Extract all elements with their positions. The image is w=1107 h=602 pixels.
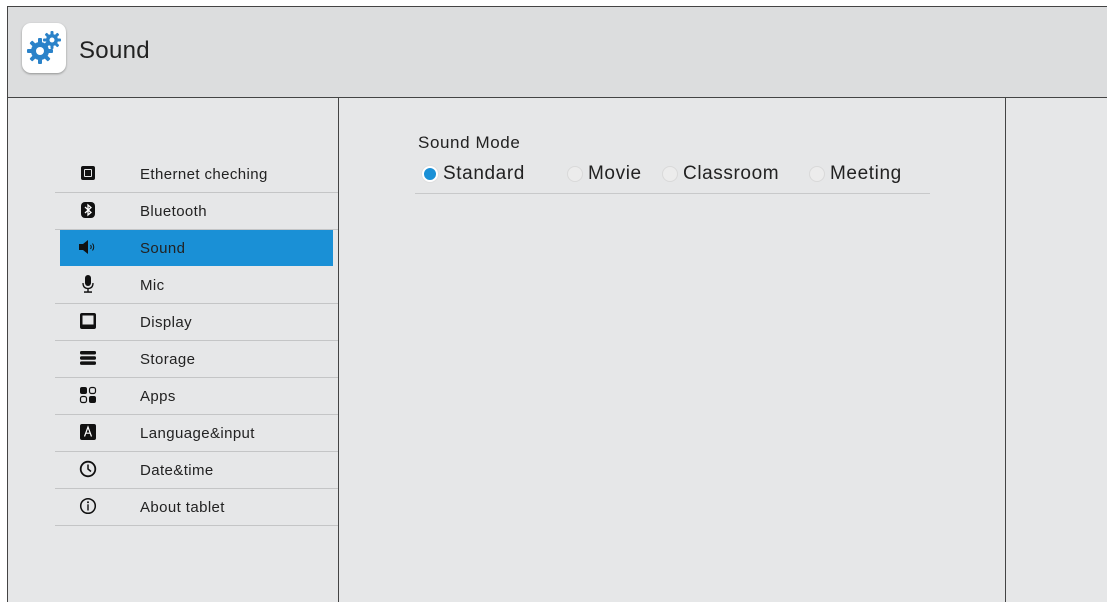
sidebar-item-language[interactable]: Language&input bbox=[55, 415, 338, 452]
display-icon bbox=[78, 311, 98, 331]
sidebar-item-mic[interactable]: Mic bbox=[55, 267, 338, 304]
sidebar-item-label: Sound bbox=[140, 240, 186, 257]
mic-icon bbox=[78, 274, 98, 294]
settings-window: Sound Ethernet cheching Bluetooth Sound bbox=[7, 6, 1107, 602]
info-icon bbox=[78, 496, 98, 516]
sound-mode-meeting-option[interactable]: Meeting bbox=[809, 163, 902, 185]
sidebar-item-label: Display bbox=[140, 314, 192, 331]
sidebar-item-label: Language&input bbox=[140, 425, 255, 442]
sound-settings-panel: Sound Mode Standard Movie Classroom Meet… bbox=[339, 98, 1006, 602]
sidebar-item-label: Date&time bbox=[140, 462, 214, 479]
sound-mode-movie-option[interactable]: Movie bbox=[567, 163, 642, 185]
sidebar-item-bluetooth[interactable]: Bluetooth bbox=[55, 193, 338, 230]
sidebar-item-label: Mic bbox=[140, 277, 165, 294]
sidebar-item-date-time[interactable]: Date&time bbox=[55, 452, 338, 489]
sidebar-item-apps[interactable]: Apps bbox=[55, 378, 338, 415]
sound-mode-radio-group: Standard Movie Classroom Meeting bbox=[415, 161, 930, 194]
header-bar: Sound bbox=[8, 7, 1107, 98]
sidebar-item-storage[interactable]: Storage bbox=[55, 341, 338, 378]
sidebar-item-label: About tablet bbox=[140, 499, 225, 516]
language-icon bbox=[78, 422, 98, 442]
sidebar-item-about[interactable]: About tablet bbox=[55, 489, 338, 526]
apps-icon bbox=[78, 385, 98, 405]
bluetooth-icon bbox=[78, 200, 98, 220]
sidebar-item-label: Bluetooth bbox=[140, 203, 207, 220]
radio-unchecked-icon[interactable] bbox=[809, 166, 825, 182]
sound-mode-label: Standard bbox=[443, 163, 525, 184]
settings-gears-icon[interactable] bbox=[22, 23, 66, 73]
speaker-icon bbox=[78, 237, 98, 257]
sound-mode-label: Movie bbox=[588, 163, 642, 184]
sidebar-item-label: Ethernet cheching bbox=[140, 166, 268, 183]
radio-unchecked-icon[interactable] bbox=[567, 166, 583, 182]
storage-icon bbox=[78, 348, 98, 368]
ethernet-icon bbox=[78, 163, 98, 183]
sidebar-item-label: Storage bbox=[140, 351, 196, 368]
page-title: Sound bbox=[79, 37, 150, 64]
radio-checked-icon[interactable] bbox=[422, 166, 438, 182]
sidebar-item-label: Apps bbox=[140, 388, 176, 405]
clock-icon bbox=[78, 459, 98, 479]
right-pane bbox=[1006, 98, 1107, 602]
sidebar-item-display[interactable]: Display bbox=[55, 304, 338, 341]
sound-mode-title: Sound Mode bbox=[418, 133, 521, 152]
radio-unchecked-icon[interactable] bbox=[662, 166, 678, 182]
sidebar-menu: Ethernet cheching Bluetooth Sound Mic Di… bbox=[55, 156, 338, 526]
sidebar-item-ethernet[interactable]: Ethernet cheching bbox=[55, 156, 338, 193]
sidebar-item-sound[interactable]: Sound bbox=[60, 230, 333, 267]
sound-mode-label: Classroom bbox=[683, 163, 780, 184]
sidebar: Ethernet cheching Bluetooth Sound Mic Di… bbox=[8, 98, 339, 602]
sound-mode-standard-option[interactable]: Standard bbox=[422, 163, 525, 185]
sound-mode-classroom-option[interactable]: Classroom bbox=[662, 163, 779, 185]
sound-mode-label: Meeting bbox=[830, 163, 902, 184]
